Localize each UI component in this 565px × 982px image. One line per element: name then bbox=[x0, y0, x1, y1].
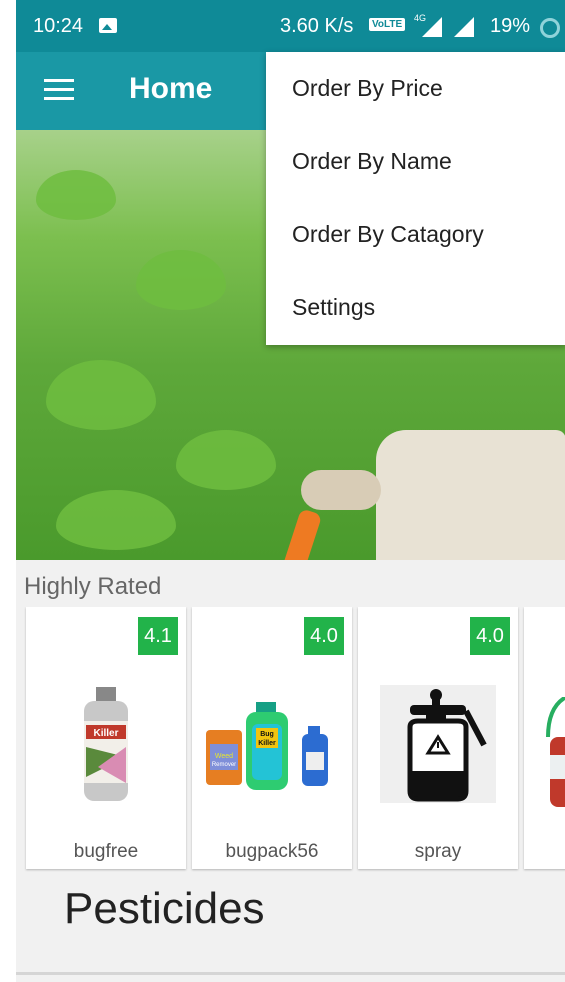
signal-strength-icon-2 bbox=[454, 17, 474, 37]
menu-item-order-by-price[interactable]: Order By Price bbox=[266, 52, 565, 125]
signal-strength-icon bbox=[422, 17, 442, 37]
product-name: spray bbox=[414, 841, 462, 862]
partial-product-image bbox=[546, 697, 565, 807]
banner-leaf-decoration bbox=[56, 490, 176, 550]
svg-text:Weed: Weed bbox=[215, 753, 233, 760]
banner-spray-nozzle bbox=[279, 508, 323, 560]
product-card-spray[interactable]: 4.0 spray bbox=[358, 607, 518, 869]
banner-leaf-decoration bbox=[36, 170, 116, 220]
product-pack-image: Weed Remover Bug Killer bbox=[206, 702, 328, 790]
status-time: 10:24 bbox=[33, 15, 84, 37]
product-name: bugpack56 bbox=[225, 841, 319, 862]
product-card-partial[interactable] bbox=[524, 607, 565, 869]
menu-item-order-by-name[interactable]: Order By Name bbox=[266, 125, 565, 198]
pack-label-text: Bug bbox=[260, 731, 274, 738]
image-notification-icon bbox=[99, 18, 117, 33]
bottle-product-image: Killer bbox=[84, 687, 128, 801]
banner-leaf-decoration bbox=[136, 250, 226, 310]
svg-text:Remover: Remover bbox=[212, 762, 236, 768]
rating-badge: 4.0 bbox=[470, 617, 510, 655]
product-name: bugfree bbox=[73, 841, 139, 862]
banner-farmer-arm bbox=[301, 470, 381, 510]
rating-badge: 4.1 bbox=[138, 617, 178, 655]
banner-leaf-decoration bbox=[176, 430, 276, 490]
pesticides-heading: Pesticides bbox=[64, 884, 265, 933]
product-card-bugpack56[interactable]: 4.0 Weed Remover Bug Killer bugpack56 bbox=[192, 607, 352, 869]
banner-farmer bbox=[376, 430, 565, 560]
svg-text:Killer: Killer bbox=[258, 740, 276, 747]
page-title: Home bbox=[129, 72, 213, 105]
bottom-divider bbox=[16, 972, 565, 975]
sprayer-product-image bbox=[380, 685, 496, 803]
menu-item-settings[interactable]: Settings bbox=[266, 271, 565, 344]
battery-ring-icon bbox=[540, 18, 560, 38]
overflow-menu: Order By Price Order By Name Order By Ca… bbox=[266, 52, 565, 345]
hamburger-menu-icon[interactable] bbox=[44, 79, 74, 101]
bottle-label-text: Killer bbox=[93, 728, 118, 739]
app-screen: 10:24 3.60 K/s VoLTE 4G 19% Home Highly … bbox=[16, 0, 565, 982]
highly-rated-list[interactable]: 4.1 Killer bugfree 4.0 Weed Remover Bug … bbox=[24, 607, 565, 872]
battery-level: 19% bbox=[490, 15, 531, 37]
banner-leaf-decoration bbox=[46, 360, 156, 430]
volte-icon: VoLTE bbox=[369, 18, 406, 31]
network-speed: 3.60 K/s bbox=[280, 15, 354, 37]
highly-rated-title: Highly Rated bbox=[24, 573, 162, 600]
status-bar: 10:24 3.60 K/s VoLTE 4G 19% bbox=[16, 0, 565, 52]
rating-badge: 4.0 bbox=[304, 617, 344, 655]
product-card-bugfree[interactable]: 4.1 Killer bugfree bbox=[26, 607, 186, 869]
menu-item-order-by-category[interactable]: Order By Catagory bbox=[266, 198, 565, 271]
